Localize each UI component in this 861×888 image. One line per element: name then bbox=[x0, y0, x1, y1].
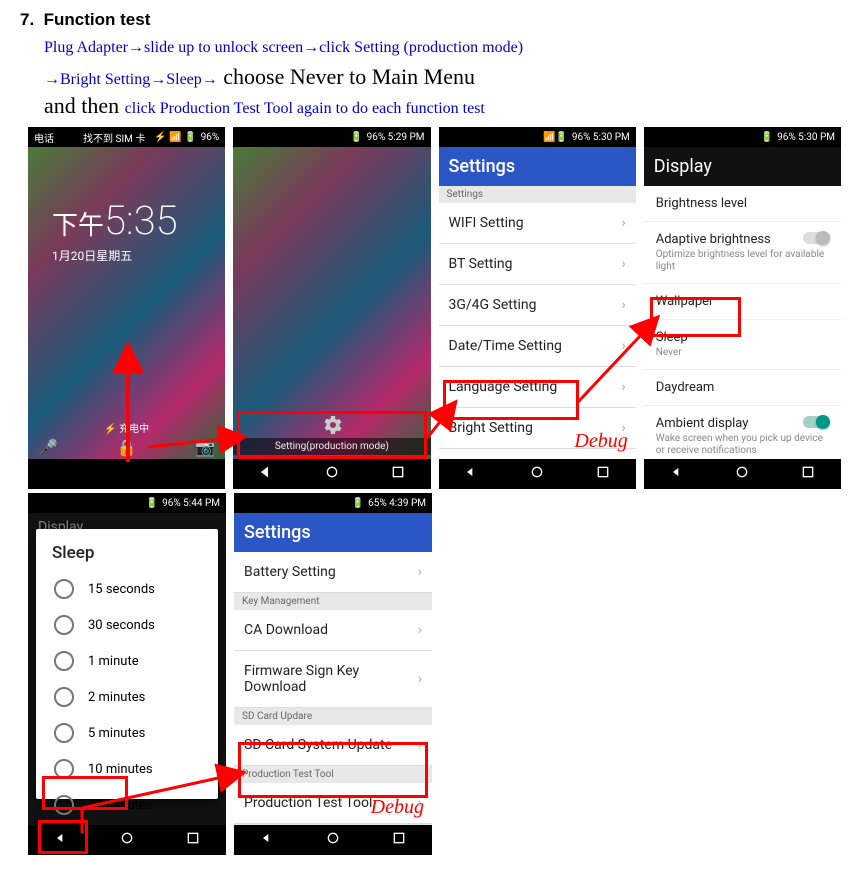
settings-item[interactable]: SD Card System Update› bbox=[234, 725, 432, 766]
group-header: SD Card Updare bbox=[234, 708, 432, 725]
nav-back-icon[interactable] bbox=[53, 830, 69, 850]
chevron-right-icon: › bbox=[622, 256, 626, 272]
sleep-option[interactable]: 30 minutes bbox=[36, 787, 218, 823]
nav-home-icon[interactable] bbox=[119, 830, 135, 850]
mic-icon[interactable]: 🎤 bbox=[38, 438, 58, 457]
settings-item[interactable]: Voice Setting› bbox=[439, 449, 636, 459]
nav-home-icon[interactable] bbox=[325, 830, 341, 850]
settings-header: Settings bbox=[439, 147, 636, 186]
display-item[interactable]: Wallpaper bbox=[644, 284, 841, 320]
display-header: Display bbox=[644, 147, 841, 186]
sleep-dialog: Sleep 15 seconds30 seconds1 minute2 minu… bbox=[36, 529, 218, 799]
settings-item[interactable]: CA Download› bbox=[234, 610, 432, 651]
nav-home-icon[interactable] bbox=[529, 464, 545, 484]
radio-icon bbox=[54, 723, 74, 743]
nav-recent-icon[interactable] bbox=[390, 464, 406, 484]
chevron-right-icon: › bbox=[418, 737, 422, 753]
group-header: Production Test Tool bbox=[234, 766, 432, 783]
toggle[interactable] bbox=[803, 232, 829, 244]
camera-icon[interactable]: 📷 bbox=[195, 438, 215, 457]
radio-icon bbox=[54, 579, 74, 599]
phone-sleep-dialog: 🔋 96% 5:44 PM Display Sleep 15 seconds30… bbox=[28, 493, 226, 855]
settings-item[interactable]: BT Setting› bbox=[439, 244, 636, 285]
settings-item[interactable]: Bright Setting› bbox=[439, 408, 636, 449]
settings-item[interactable]: Production Test Tool› bbox=[234, 783, 432, 824]
display-item[interactable]: Adaptive brightnessOptimize brightness l… bbox=[644, 222, 841, 284]
sleep-option[interactable]: 1 minute bbox=[36, 643, 218, 679]
chevron-right-icon: › bbox=[622, 379, 626, 395]
nav-recent-icon[interactable] bbox=[185, 830, 201, 850]
lock-icon[interactable]: 🔒 bbox=[117, 438, 137, 457]
settings-item[interactable]: Firmware Sign Key Download› bbox=[234, 651, 432, 708]
display-item[interactable]: Daydream bbox=[644, 370, 841, 406]
nav-recent-icon[interactable] bbox=[595, 464, 611, 484]
toggle[interactable] bbox=[803, 416, 829, 428]
sleep-option[interactable]: 30 seconds bbox=[36, 607, 218, 643]
chevron-right-icon: › bbox=[418, 671, 422, 687]
chevron-right-icon: › bbox=[418, 564, 422, 580]
step-flow: Plug Adapter→slide up to unlock screen→c… bbox=[44, 36, 841, 93]
nav-recent-icon[interactable] bbox=[800, 464, 816, 484]
settings-item[interactable]: Date/Time Setting› bbox=[439, 326, 636, 367]
nav-back-icon[interactable] bbox=[259, 830, 275, 850]
nav-back-icon[interactable] bbox=[258, 464, 274, 484]
settings-item[interactable]: Language Setting› bbox=[439, 367, 636, 408]
nav-home-icon[interactable] bbox=[734, 464, 750, 484]
phone-homescreen: 🔋 96% 5:29 PM Setting(production mode) bbox=[233, 127, 430, 489]
phone-lockscreen: 电话 找不到 SIM 卡 ⚡ 📶 🔋 96% 下午5:35 1月20日星期五 ⚡… bbox=[28, 127, 225, 489]
nav-recent-icon[interactable] bbox=[391, 830, 407, 850]
sleep-option[interactable]: 10 minutes bbox=[36, 751, 218, 787]
chevron-right-icon: › bbox=[622, 338, 626, 354]
chevron-right-icon: › bbox=[622, 420, 626, 436]
lock-date: 1月20日星期五 bbox=[52, 247, 132, 264]
chevron-right-icon: › bbox=[418, 795, 422, 811]
settings-app-icon[interactable] bbox=[320, 413, 344, 437]
sleep-option[interactable]: 5 minutes bbox=[36, 715, 218, 751]
radio-icon bbox=[54, 615, 74, 635]
nav-back-icon[interactable] bbox=[669, 464, 685, 484]
display-item[interactable]: Ambient displayWake screen when you pick… bbox=[644, 406, 841, 459]
settings-item[interactable]: 3G/4G Setting› bbox=[439, 285, 636, 326]
chevron-right-icon: › bbox=[622, 297, 626, 313]
display-item[interactable]: Brightness level bbox=[644, 186, 841, 222]
radio-icon bbox=[54, 795, 74, 815]
section-heading: 7. Function test bbox=[20, 10, 841, 30]
phone-settings-list: 📶🔋 96% 5:30 PM Settings Settings WIFI Se… bbox=[439, 127, 636, 489]
settings-item[interactable]: WIFI Setting› bbox=[439, 203, 636, 244]
lock-clock: 下午5:35 bbox=[28, 197, 225, 244]
lock-charging: ⚡ 充电中 bbox=[28, 420, 225, 435]
chevron-right-icon: › bbox=[622, 215, 626, 231]
sleep-option[interactable]: 15 seconds bbox=[36, 571, 218, 607]
phone-production-test: 🔋 65% 4:39 PM Settings Battery Setting›K… bbox=[234, 493, 432, 855]
chevron-right-icon: › bbox=[418, 622, 422, 638]
radio-icon bbox=[54, 651, 74, 671]
group-header: Key Management bbox=[234, 593, 432, 610]
phone-display-settings: 🔋 96% 5:30 PM Display Brightness levelAd… bbox=[644, 127, 841, 489]
app-label[interactable]: Setting(production mode) bbox=[233, 438, 430, 455]
radio-icon bbox=[54, 759, 74, 779]
settings-item[interactable]: Battery Setting› bbox=[234, 552, 432, 593]
display-item[interactable]: SleepNever bbox=[644, 320, 841, 370]
settings-header: Settings bbox=[234, 513, 432, 552]
sleep-option[interactable]: 2 minutes bbox=[36, 679, 218, 715]
nav-back-icon[interactable] bbox=[463, 464, 479, 484]
nav-home-icon[interactable] bbox=[324, 464, 340, 484]
afterline: and then click Production Test Tool agai… bbox=[44, 93, 841, 119]
radio-icon bbox=[54, 687, 74, 707]
